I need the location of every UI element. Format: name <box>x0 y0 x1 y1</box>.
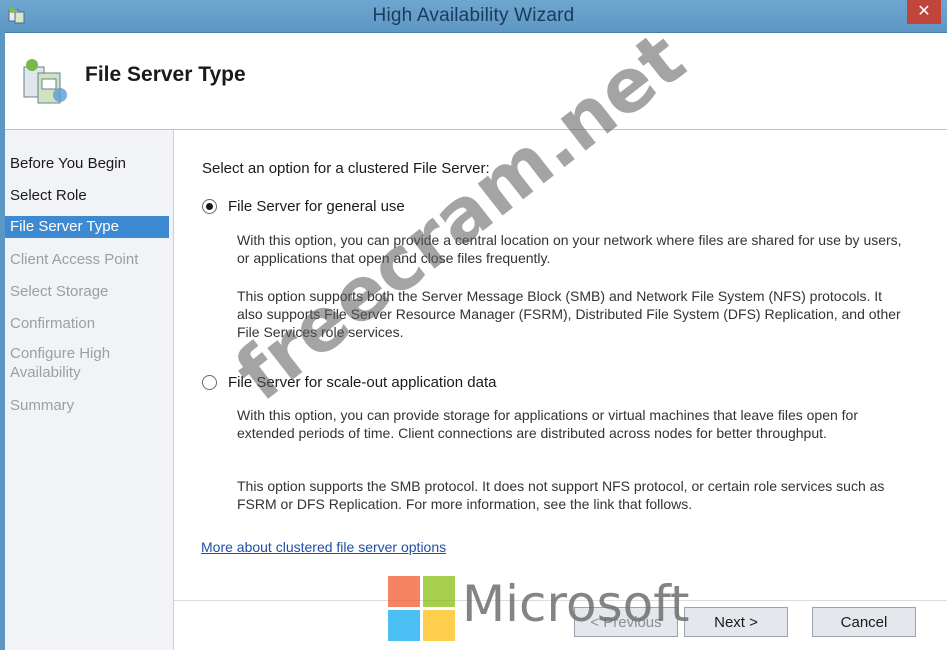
option-scale-out-desc-1: With this option, you can provide storag… <box>237 407 858 441</box>
option-general-use-desc-1: With this option, you can provide a cent… <box>237 232 902 266</box>
more-info-link[interactable]: More about clustered file server options <box>201 539 446 555</box>
option-general-use-desc-2: This option supports both the Server Mes… <box>237 288 901 340</box>
file-server-cluster-icon <box>23 59 67 104</box>
wizard-content: Select an option for a clustered File Se… <box>174 130 947 650</box>
logo-square-red <box>388 576 420 607</box>
title-bar: High Availability Wizard ✕ <box>0 0 947 33</box>
cancel-button[interactable]: Cancel <box>812 607 916 637</box>
nav-step-confirmation: Confirmation <box>10 315 96 332</box>
option-prompt: Select an option for a clustered File Se… <box>202 160 490 177</box>
radio-general-use[interactable] <box>202 199 217 214</box>
wizard-step-nav: Before You Begin Select Role File Server… <box>5 130 174 650</box>
radio-selected-dot <box>206 203 213 210</box>
nav-step-summary: Summary <box>10 397 75 414</box>
nav-step-before-you-begin[interactable]: Before You Begin <box>10 154 170 173</box>
microsoft-wordmark: Microsoft <box>462 575 690 633</box>
page-title: File Server Type <box>85 63 246 86</box>
radio-scale-out[interactable] <box>202 375 217 390</box>
option-scale-out-label[interactable]: File Server for scale-out application da… <box>228 374 496 391</box>
option-general-use-label[interactable]: File Server for general use <box>228 198 405 215</box>
logo-square-green <box>423 576 455 607</box>
close-button[interactable]: ✕ <box>907 0 941 24</box>
nav-step-select-role[interactable]: Select Role <box>10 186 170 205</box>
nav-step-select-storage: Select Storage <box>10 283 109 300</box>
logo-square-blue <box>388 610 420 641</box>
nav-step-configure-high-availability: Configure High Availability <box>10 345 111 381</box>
nav-step-file-server-type[interactable]: File Server Type <box>5 216 169 238</box>
window-title: High Availability Wizard <box>372 5 575 26</box>
option-scale-out-desc-2: This option supports the SMB protocol. I… <box>237 478 885 512</box>
wizard-header: File Server Type <box>5 33 947 130</box>
nav-step-client-access-point: Client Access Point <box>10 251 139 268</box>
microsoft-logo-icon <box>388 576 456 642</box>
logo-square-yellow <box>423 610 455 641</box>
next-button[interactable]: Next > <box>684 607 788 637</box>
